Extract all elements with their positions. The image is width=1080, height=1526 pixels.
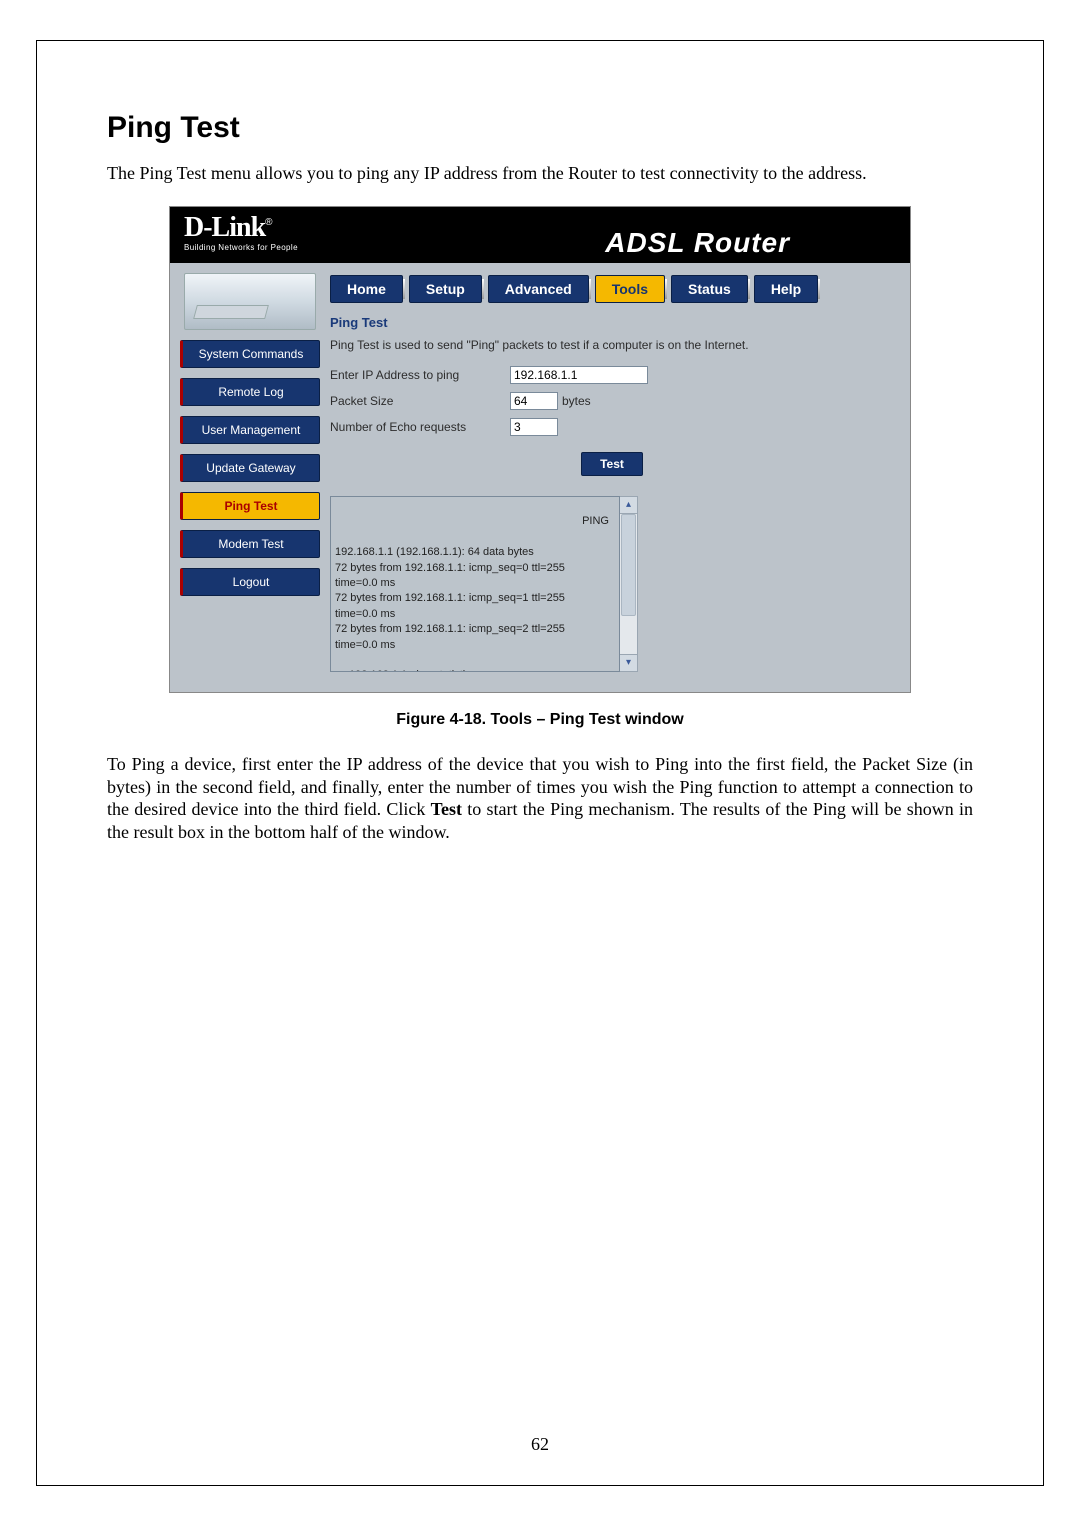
scroll-up-icon[interactable]: ▴ (620, 497, 637, 514)
tab-setup[interactable]: Setup (409, 275, 482, 303)
ip-address-input[interactable] (510, 366, 648, 384)
sidebar-item-logout[interactable]: Logout (180, 568, 320, 596)
tab-advanced[interactable]: Advanced (488, 275, 589, 303)
result-scrollbar[interactable]: ▴ ▾ (620, 496, 638, 672)
test-bold: Test (431, 799, 462, 819)
router-header: D-Link® Building Networks for People ADS… (170, 207, 910, 263)
dlink-logo: D-Link (184, 212, 265, 243)
intro-paragraph: The Ping Test menu allows you to ping an… (107, 163, 973, 184)
packet-size-input[interactable] (510, 392, 558, 410)
page-number: 62 (37, 1434, 1043, 1455)
result-header: PING (335, 514, 615, 529)
device-image (184, 273, 316, 330)
tab-home[interactable]: Home (330, 275, 403, 303)
page-title: Ping Test (107, 111, 973, 145)
sidebar-item-modem-test[interactable]: Modem Test (180, 530, 320, 558)
main-panel: Home Setup Advanced Tools Status Help Pi… (330, 263, 910, 692)
result-area: PING 192.168.1.1 (192.168.1.1): 64 data … (330, 496, 894, 672)
panel-title: Ping Test (330, 315, 894, 330)
tab-status[interactable]: Status (671, 275, 748, 303)
test-button[interactable]: Test (581, 452, 643, 476)
sidebar-item-system-commands[interactable]: System Commands (180, 340, 320, 368)
router-window: D-Link® Building Networks for People ADS… (169, 206, 911, 693)
tab-help[interactable]: Help (754, 275, 818, 303)
result-lines: 192.168.1.1 (192.168.1.1): 64 data bytes… (335, 545, 615, 672)
panel-description: Ping Test is used to send "Ping" packets… (330, 338, 894, 352)
sidebar-item-user-management[interactable]: User Management (180, 416, 320, 444)
ping-result-box: PING 192.168.1.1 (192.168.1.1): 64 data … (330, 496, 620, 672)
scroll-thumb[interactable] (621, 514, 636, 616)
scroll-down-icon[interactable]: ▾ (620, 654, 637, 671)
bytes-suffix: bytes (562, 394, 591, 408)
figure-caption: Figure 4-18. Tools – Ping Test window (107, 711, 973, 729)
tab-bar: Home Setup Advanced Tools Status Help (330, 263, 910, 315)
sidebar: System Commands Remote Log User Manageme… (170, 263, 330, 692)
tab-tools[interactable]: Tools (595, 275, 665, 303)
echo-requests-input[interactable] (510, 418, 558, 436)
figure-container: D-Link® Building Networks for People ADS… (107, 206, 973, 693)
sidebar-item-ping-test[interactable]: Ping Test (180, 492, 320, 520)
echo-requests-label: Number of Echo requests (330, 420, 510, 434)
adsl-router-title: ADSL Router (605, 227, 790, 259)
sidebar-item-update-gateway[interactable]: Update Gateway (180, 454, 320, 482)
instruction-paragraph: To Ping a device, first enter the IP add… (107, 753, 973, 843)
packet-size-label: Packet Size (330, 394, 510, 408)
ip-address-label: Enter IP Address to ping (330, 368, 510, 382)
sidebar-item-remote-log[interactable]: Remote Log (180, 378, 320, 406)
